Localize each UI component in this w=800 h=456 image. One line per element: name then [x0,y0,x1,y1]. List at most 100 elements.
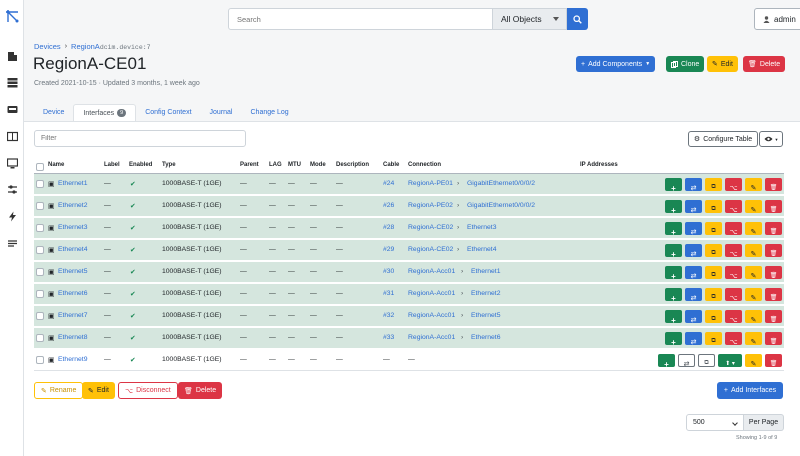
cable-link[interactable]: #29 [383,246,394,253]
breadcrumb-site[interactable]: RegionAdcim.device:7 [71,42,151,51]
peer-device-link[interactable]: RegionA-PE02 [408,202,453,209]
edit-button[interactable]: ✎ [745,178,762,192]
trace-button[interactable]: ⇄ [685,266,702,280]
trace-button[interactable]: ⇄ [685,222,702,236]
cable-link[interactable]: #31 [383,290,394,297]
peer-device-link[interactable]: RegionA-Acc01 [408,334,455,341]
column-visibility-button[interactable]: ▼ [759,131,783,147]
sliders-icon[interactable] [6,183,18,195]
disconnect-button[interactable]: ⌥ [725,222,742,236]
peer-interface-link[interactable]: GigabitEthernet0/0/0/2 [467,180,535,187]
row-checkbox[interactable] [36,290,44,298]
column-header[interactable]: Enabled [129,162,152,168]
add-button[interactable]: + [665,288,682,303]
row-checkbox[interactable] [36,246,44,254]
edit-cable-button[interactable]: ⧉ [705,178,722,191]
column-header[interactable]: LAG [269,162,282,168]
cable-link[interactable]: #24 [383,180,394,187]
interface-link[interactable]: Ethernet6 [58,290,87,297]
connect-button[interactable]: ⬆ ▾ [718,354,742,367]
add-button[interactable]: + [665,244,682,259]
bulk-edit-button[interactable]: ✎ Edit [82,382,115,399]
clone-button[interactable]: Clone [666,56,705,72]
delete-button[interactable]: 🗑 [765,200,782,213]
edit-button[interactable]: ✎ [745,354,762,368]
peer-interface-link[interactable]: Ethernet4 [467,246,496,253]
interface-link[interactable]: Ethernet2 [58,202,87,209]
add-button[interactable]: + [665,266,682,281]
edit-button[interactable]: ✎ [745,222,762,236]
edit-cable-button[interactable]: ⧉ [705,200,722,213]
delete-button[interactable]: 🗑 [765,332,782,345]
peer-device-link[interactable]: RegionA-Acc01 [408,268,455,275]
trace-button[interactable]: ⇄ [685,310,702,324]
interface-link[interactable]: Ethernet5 [58,268,87,275]
add-components-button[interactable]: + Add Components ▼ [576,56,656,72]
devices-icon[interactable] [6,76,18,88]
tab-device[interactable]: Device [34,104,73,121]
disconnect-button[interactable]: ⌥ Disconnect [118,382,178,399]
edit-button[interactable]: ✎ [745,310,762,324]
peer-interface-link[interactable]: Ethernet1 [471,268,500,275]
circuits-icon[interactable] [6,130,18,142]
disconnect-button[interactable]: ⌥ [725,178,742,192]
row-checkbox[interactable] [36,334,44,342]
peer-device-link[interactable]: RegionA-CE02 [408,246,453,253]
select-all-checkbox[interactable] [36,163,44,171]
interface-link[interactable]: Ethernet4 [58,246,87,253]
column-header[interactable]: Description [336,162,369,168]
row-checkbox[interactable] [36,224,44,232]
column-header[interactable]: Mode [310,162,326,168]
disconnect-button[interactable]: ⌥ [725,288,742,302]
delete-button[interactable]: 🗑 [765,310,782,323]
edit-cable-button[interactable]: ⧉ [705,288,722,301]
edit-cable-button[interactable]: ⧉ [705,310,722,323]
tab-change-log[interactable]: Change Log [242,104,298,121]
delete-button[interactable]: 🗑 [765,288,782,301]
search-button[interactable] [567,8,588,30]
rename-button[interactable]: ✎ Rename [34,382,84,399]
peer-interface-link[interactable]: GigabitEthernet0/0/0/2 [467,202,535,209]
trace-button[interactable]: ⇄ [685,178,702,192]
user-menu-button[interactable]: admin [754,8,800,30]
peer-device-link[interactable]: RegionA-PE01 [408,180,453,187]
edit-button[interactable]: ✎ [745,266,762,280]
edit-cable-button[interactable]: ⧉ [705,244,722,257]
cable-link[interactable]: #28 [383,224,394,231]
trace-button[interactable]: ⇄ [685,244,702,258]
trace-button[interactable]: ⇄ [685,288,702,302]
delete-button[interactable]: 🗑 [765,266,782,279]
edit-button[interactable]: ✎ [745,244,762,258]
other-icon[interactable] [6,237,18,249]
column-header[interactable]: MTU [288,162,301,168]
peer-device-link[interactable]: RegionA-CE02 [408,224,453,231]
add-button[interactable]: + [665,222,682,237]
add-button[interactable]: + [658,354,675,369]
disconnect-button[interactable]: ⌥ [725,266,742,280]
tab-config-context[interactable]: Config Context [136,104,200,121]
trace-button[interactable]: ⇄ [685,200,702,214]
column-header[interactable]: Parent [240,162,259,168]
peer-interface-link[interactable]: Ethernet6 [471,334,500,341]
edit-cable-button[interactable]: ⧉ [705,266,722,279]
cable-link[interactable]: #33 [383,334,394,341]
disconnect-button[interactable]: ⌥ [725,244,742,258]
delete-button[interactable]: 🗑 [765,244,782,257]
peer-device-link[interactable]: RegionA-Acc01 [408,312,455,319]
edit-button[interactable]: ✎ [745,332,762,346]
column-header[interactable]: IP Addresses [580,162,618,168]
column-header[interactable]: Connection [408,162,441,168]
delete-button[interactable]: 🗑 [765,178,782,191]
virtualization-icon[interactable] [6,157,18,169]
interface-link[interactable]: Ethernet9 [58,356,87,363]
disconnect-button[interactable]: ⌥ [725,310,742,324]
add-button[interactable]: + [665,178,682,193]
column-header[interactable]: Label [104,162,120,168]
interface-link[interactable]: Ethernet8 [58,334,87,341]
add-interfaces-button[interactable]: + Add Interfaces [717,382,783,399]
edit-button[interactable]: ✎ Edit [707,56,738,72]
organization-icon[interactable] [6,50,18,62]
edit-button[interactable]: ✎ [745,200,762,214]
row-checkbox[interactable] [36,202,44,210]
filter-input[interactable] [34,130,246,147]
